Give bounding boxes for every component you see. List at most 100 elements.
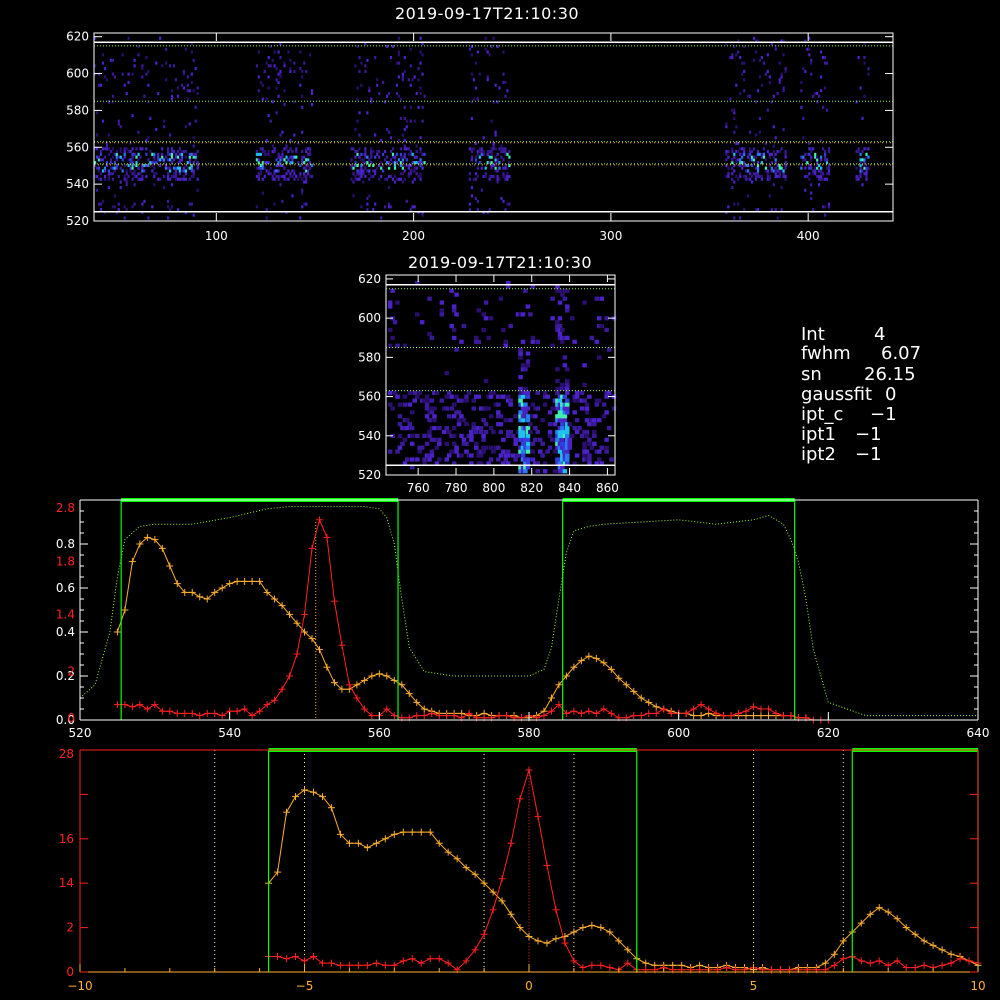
spectrogram-pixel xyxy=(261,177,264,181)
spectrogram-pixel xyxy=(399,97,402,101)
spectrogram-pixel xyxy=(808,47,811,51)
spectrogram-pixel xyxy=(180,152,183,156)
spectrogram-pixel xyxy=(492,36,495,40)
spectrogram-pixel xyxy=(574,453,580,458)
spectrogram-pixel xyxy=(169,208,172,212)
spectrogram-pixel xyxy=(555,320,560,325)
spectrogram-pixel xyxy=(802,136,805,140)
spectrogram-pixel xyxy=(184,125,187,129)
spectrogram-pixel xyxy=(307,172,310,176)
spectrogram-pixel xyxy=(468,202,471,206)
y-tick-label: 0.8 xyxy=(56,537,75,551)
spectrogram-pixel xyxy=(599,324,604,329)
spectrogram-pixel xyxy=(496,152,499,156)
spectrogram-pixel xyxy=(103,147,107,151)
spectrogram-pixel xyxy=(820,166,823,170)
spectrogram-pixel xyxy=(859,166,862,170)
spectrogram-pixel xyxy=(352,194,355,198)
spectrogram-pixel xyxy=(560,292,565,297)
spectrogram-pixel xyxy=(498,429,504,435)
spectrogram-pixel xyxy=(196,188,199,192)
spectrogram-pixel xyxy=(572,339,577,344)
spectrogram-pixel xyxy=(364,152,367,156)
spectrogram-pixel xyxy=(117,208,120,212)
spectrogram-pixel xyxy=(97,166,101,170)
viewer-window: 100 200 300 400 520 540 560 580 600 620 2019-09-1… xyxy=(0,0,1000,1000)
spectrogram-pixel xyxy=(747,194,750,198)
spectrogram-pixel xyxy=(392,390,398,395)
spectrogram-pixel xyxy=(259,166,262,170)
spectrogram-pixel xyxy=(395,394,400,399)
spectrogram-pixel xyxy=(161,147,164,151)
spectrogram-pixel xyxy=(401,166,404,170)
spectrogram-pixel xyxy=(163,174,166,178)
spectrogram-pixel xyxy=(387,449,393,454)
spectrogram-pixel xyxy=(490,119,493,123)
spectrogram-pixel xyxy=(863,158,866,162)
spectrogram-pixel xyxy=(816,92,819,96)
spectrogram-pixel xyxy=(468,147,471,151)
spectrogram-pixel xyxy=(279,75,282,79)
x-tick-label: 0 xyxy=(525,979,533,993)
spectrogram-pixel xyxy=(584,433,590,438)
spectrogram-pixel xyxy=(397,414,403,419)
spectrogram-pixel xyxy=(378,177,381,181)
spectrogram-pixel xyxy=(743,45,746,49)
spectrogram-pixel xyxy=(567,437,572,442)
spectrogram-pixel xyxy=(419,320,425,325)
spectrogram-pixel xyxy=(271,150,274,154)
spectrogram-pixel xyxy=(474,61,477,65)
spectrogram-pixel xyxy=(827,166,831,170)
spectrogram-pixel xyxy=(384,158,387,162)
spectrogram-pixel xyxy=(859,174,862,178)
spectrogram-pixel xyxy=(503,457,508,462)
spectrogram-pixel xyxy=(560,339,565,344)
spectrogram-pixel xyxy=(550,296,555,301)
spectrogram-pixel xyxy=(502,172,505,176)
spectrogram-pixel xyxy=(492,147,495,151)
spectrogram-pixel xyxy=(470,147,473,151)
spectrogram-pixel xyxy=(861,116,864,120)
spectrogram-pixel xyxy=(174,177,178,181)
y-tick-label-red: 2.8 xyxy=(56,501,75,515)
spectrogram-pixel xyxy=(476,394,481,399)
spectrogram-pixel xyxy=(285,172,288,176)
spectrogram-pixel xyxy=(299,50,302,54)
spectrogram-zoom-plot-area[interactable] xyxy=(386,275,615,475)
spectrogram-pixel xyxy=(518,375,523,380)
spectrogram-pixel xyxy=(747,152,750,156)
spectrogram-pixel xyxy=(401,72,404,76)
spectrogram-pixel xyxy=(386,161,389,165)
spectrogram-pixel xyxy=(172,172,176,176)
spectrogram-pixel xyxy=(778,61,781,65)
spectrogram-pixel xyxy=(820,177,823,181)
spectrogram-pixel xyxy=(731,56,734,60)
spectrogram-pixel xyxy=(186,166,189,170)
spectrogram-pixel xyxy=(157,177,160,181)
spectrogram-pixel xyxy=(782,86,785,90)
spectrogram-pixel xyxy=(855,177,858,181)
spectrogram-pixel xyxy=(121,169,124,173)
spectrogram-pixel xyxy=(456,418,462,423)
spectrogram-pixel xyxy=(401,78,404,82)
spectrogram-pixel xyxy=(506,152,509,156)
spectrogram-pixel xyxy=(161,155,164,159)
spectrogram-pixel xyxy=(182,69,185,73)
profile-wavelength-plot-area[interactable] xyxy=(80,500,978,720)
spectrogram-pixel xyxy=(97,202,101,206)
spectrogram-pixel xyxy=(762,147,765,151)
spectrogram-pixel xyxy=(263,166,266,170)
spectrogram-pixel xyxy=(570,316,575,321)
spectrogram-pixel xyxy=(309,152,312,156)
spectrogram-pixel xyxy=(749,152,752,156)
spectrogram-pixel xyxy=(812,208,815,212)
spectrogram-pixel xyxy=(372,208,375,212)
spectrogram-pixel xyxy=(178,166,181,170)
spectrogram-pixel xyxy=(567,422,572,427)
spectrogram-pixel xyxy=(271,177,274,181)
spectrogram-pixel xyxy=(766,169,769,173)
spectrogram-pixel xyxy=(407,172,410,176)
spectrogram-pixel xyxy=(439,398,445,403)
spectrogram-pixel xyxy=(770,152,773,156)
spectrogram-pixel xyxy=(111,172,114,176)
